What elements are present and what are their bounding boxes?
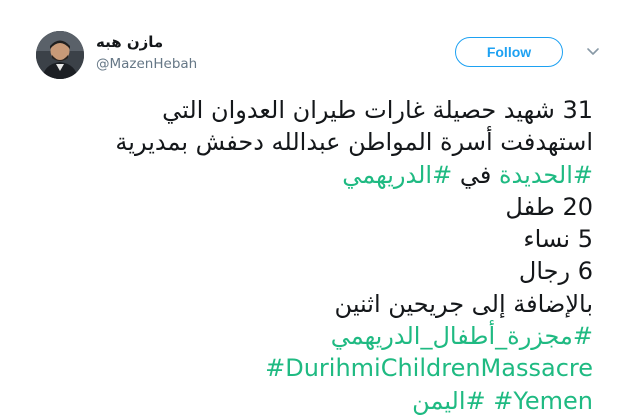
tweet-line: 6 رجال — [518, 257, 593, 286]
profile-photo-icon — [36, 31, 84, 79]
tweet-line: استهدفت أسرة المواطن عبدالله دحفش بمديري… — [115, 128, 593, 157]
display-name[interactable]: مازن هبه — [96, 33, 163, 51]
hashtag-link[interactable]: #الحديدة — [499, 161, 593, 189]
tweet-line: #DurihmiChildrenMassacre — [33, 352, 593, 384]
avatar[interactable] — [36, 31, 84, 79]
follow-button[interactable]: Follow — [455, 37, 563, 67]
tweet-text: 31 شهيد حصيلة غارات طيران العدوان التي ا… — [33, 94, 593, 417]
user-handle[interactable]: @MazenHebah — [96, 56, 197, 72]
chevron-down-icon[interactable] — [585, 44, 601, 58]
tweet-line: 5 نساء — [523, 225, 593, 254]
hashtag-link[interactable]: #الدريهمي — [342, 161, 452, 189]
tweet-line: 31 شهيد حصيلة غارات طيران العدوان التي — [162, 96, 593, 124]
tweet-line: بالإضافة إلى جريحين اثنين — [334, 289, 593, 318]
tweet-line: #اليمن #Yemen — [33, 385, 593, 417]
hashtag-link[interactable]: #اليمن — [412, 387, 485, 415]
hashtag-link[interactable]: #DurihmiChildrenMassacre — [265, 354, 593, 382]
tweet-word: في — [459, 160, 492, 189]
hashtag-link[interactable]: #مجزرة_أطفال_الدريهمي — [331, 322, 593, 350]
hashtag-link[interactable]: #Yemen — [493, 387, 593, 415]
tweet-line: #الدريهمي في #الحديدة — [33, 159, 593, 191]
tweet-header: مازن هبه @MazenHebah Follow — [0, 0, 629, 100]
tweet-line: #مجزرة_أطفال_الدريهمي — [33, 320, 593, 352]
tweet-line: 20 طفل — [505, 192, 593, 221]
